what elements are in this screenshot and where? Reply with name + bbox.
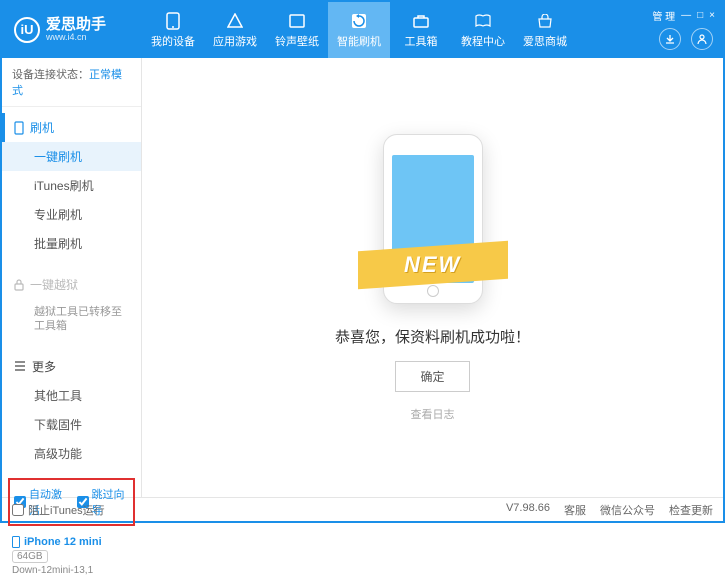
apps-icon — [226, 12, 244, 30]
menu-icon — [14, 361, 26, 371]
main-content: NEW 恭喜您，保资料刷机成功啦！ 确定 查看日志 — [142, 58, 723, 497]
store-icon — [536, 12, 554, 30]
sidebar-other-tools[interactable]: 其他工具 — [2, 381, 141, 410]
sidebar-jailbreak-head: 一键越狱 — [2, 270, 141, 299]
nav-label: 铃声壁纸 — [275, 33, 319, 49]
download-icon[interactable] — [659, 28, 681, 50]
device-name[interactable]: iPhone 12 mini — [12, 536, 131, 548]
sidebar-advanced[interactable]: 高级功能 — [2, 439, 141, 468]
logo-icon: iU — [14, 17, 40, 43]
device-name-text: iPhone 12 mini — [24, 536, 102, 548]
sidebar-batch-flash[interactable]: 批量刷机 — [2, 229, 141, 258]
logo: iU 爱思助手 www.i4.cn — [2, 17, 142, 43]
manage-link[interactable]: 管 理 — [652, 8, 675, 23]
nav-label: 教程中心 — [461, 33, 505, 49]
device-firmware: Down-12mini-13,1 — [12, 565, 131, 576]
nav-label: 工具箱 — [405, 33, 438, 49]
block-itunes-checkbox[interactable]: 阻止iTunes运行 — [12, 502, 105, 518]
nav-label: 我的设备 — [151, 33, 195, 49]
app-url: www.i4.cn — [46, 33, 106, 43]
update-link[interactable]: 检查更新 — [669, 502, 713, 518]
close-button[interactable]: × — [709, 10, 715, 21]
sidebar-pro-flash[interactable]: 专业刷机 — [2, 200, 141, 229]
version-label: V7.98.66 — [506, 502, 550, 518]
nav-ringtones[interactable]: 铃声壁纸 — [266, 2, 328, 58]
nav-toolbox[interactable]: 工具箱 — [390, 2, 452, 58]
nav-store[interactable]: 爱思商城 — [514, 2, 576, 58]
nav-label: 应用游戏 — [213, 33, 257, 49]
checkbox-label: 阻止iTunes运行 — [28, 502, 105, 518]
app-header: iU 爱思助手 www.i4.cn 我的设备 应用游戏 铃声壁纸 智能刷机 工具… — [2, 2, 723, 58]
nav-apps[interactable]: 应用游戏 — [204, 2, 266, 58]
window-controls: 管 理 — □ × — [652, 8, 715, 23]
header-actions — [659, 28, 713, 50]
book-icon — [474, 12, 492, 30]
sidebar-jailbreak-note: 越狱工具已转移至工具箱 — [2, 299, 141, 340]
conn-label: 设备连接状态： — [12, 69, 89, 81]
phone-icon — [12, 536, 20, 548]
maximize-button[interactable]: □ — [697, 10, 703, 21]
refresh-icon — [350, 12, 368, 30]
connection-status: 设备连接状态：正常模式 — [2, 58, 141, 107]
device-storage: 64GB — [12, 550, 48, 563]
main-nav: 我的设备 应用游戏 铃声壁纸 智能刷机 工具箱 教程中心 爱思商城 — [142, 2, 576, 58]
nav-label: 爱思商城 — [523, 33, 567, 49]
nav-flash[interactable]: 智能刷机 — [328, 2, 390, 58]
nav-label: 智能刷机 — [337, 33, 381, 49]
app-title: 爱思助手 — [46, 17, 106, 34]
device-info: iPhone 12 mini 64GB Down-12mini-13,1 — [2, 530, 141, 582]
minimize-button[interactable]: — — [681, 10, 691, 21]
sidebar-flash-head[interactable]: 刷机 — [2, 113, 141, 142]
phone-icon — [164, 12, 182, 30]
sidebar-label: 刷机 — [30, 119, 54, 136]
nav-tutorials[interactable]: 教程中心 — [452, 2, 514, 58]
success-message: 恭喜您，保资料刷机成功啦！ — [335, 326, 530, 347]
media-icon — [288, 12, 306, 30]
sidebar-download-fw[interactable]: 下载固件 — [2, 410, 141, 439]
sidebar-oneclick-flash[interactable]: 一键刷机 — [2, 142, 141, 171]
phone-illustration: NEW — [368, 134, 498, 314]
toolbox-icon — [412, 12, 430, 30]
ribbon-text: NEW — [404, 252, 461, 278]
wechat-link[interactable]: 微信公众号 — [600, 502, 655, 518]
sidebar-more-head[interactable]: 更多 — [2, 352, 141, 381]
new-ribbon: NEW — [358, 240, 508, 288]
sidebar-itunes-flash[interactable]: iTunes刷机 — [2, 171, 141, 200]
user-icon[interactable] — [691, 28, 713, 50]
ok-button[interactable]: 确定 — [395, 361, 469, 392]
sidebar: 设备连接状态：正常模式 刷机 一键刷机 iTunes刷机 专业刷机 批量刷机 一… — [2, 58, 142, 497]
sidebar-label: 一键越狱 — [30, 276, 78, 293]
nav-my-device[interactable]: 我的设备 — [142, 2, 204, 58]
view-log-link[interactable]: 查看日志 — [411, 406, 455, 422]
phone-icon — [14, 121, 24, 135]
service-link[interactable]: 客服 — [564, 502, 586, 518]
lock-icon — [14, 279, 24, 291]
sidebar-label: 更多 — [32, 358, 56, 375]
